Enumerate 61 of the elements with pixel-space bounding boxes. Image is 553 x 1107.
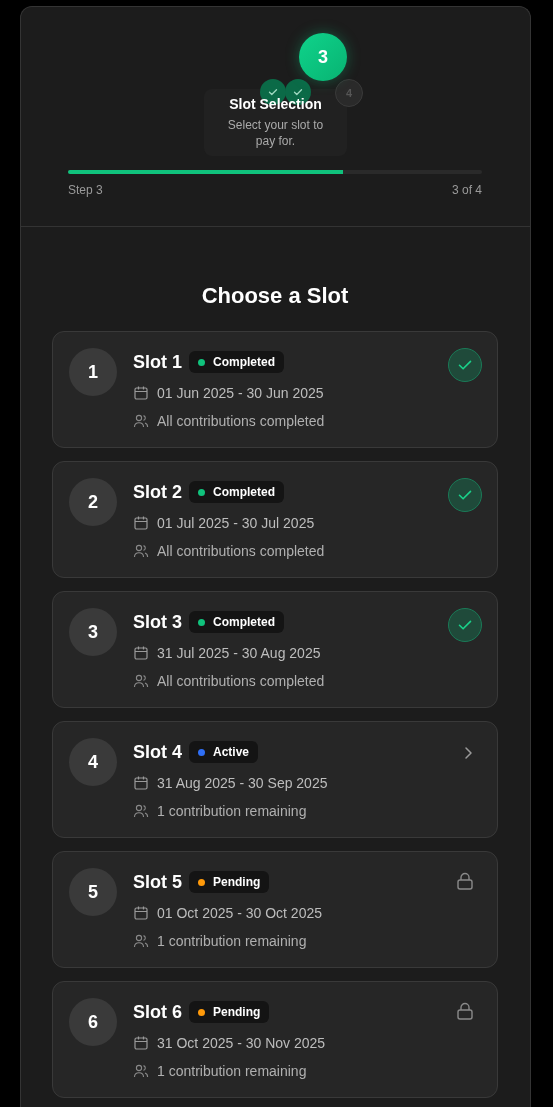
slot-number: 3 [69,608,117,656]
status-label: Active [213,745,250,759]
calendar-icon [133,905,149,921]
calendar-icon [133,515,149,531]
calendar-icon [133,645,149,661]
slot-number: 4 [69,738,117,786]
slot-title: Slot 5 [133,871,182,893]
check-icon [448,478,482,512]
check-icon [448,608,482,642]
step-label: Step 3 [68,183,103,197]
check-icon [448,348,482,382]
calendar-icon [133,1035,149,1051]
contributions-text: 1 contribution remaining [157,803,307,819]
slot-card[interactable]: 4 Slot 4 Active 31 Aug 2025 - 30 Sep 2025 1 contribution remaining [52,721,498,838]
slot-number: 6 [69,998,117,1046]
check-icon [292,86,304,98]
lock-icon [456,1002,474,1020]
calendar-icon [133,385,149,401]
slot-card[interactable]: 6 Slot 6 Pending 31 Oct 2025 - 30 Nov 2025 1 contribution remaining [52,981,498,1098]
slot-card[interactable]: 5 Slot 5 Pending 01 Oct 2025 - 30 Oct 2025 1 contribution remaining [52,851,498,968]
users-icon [133,673,149,689]
slot-card[interactable]: 3 Slot 3 Completed 31 Jul 2025 - 30 Aug 2025 All contributions completed [52,591,498,708]
date-range: 31 Oct 2025 - 30 Nov 2025 [157,1035,326,1051]
status-label: Completed [213,615,276,629]
status-label: Completed [213,485,276,499]
slot-card[interactable]: 2 Slot 2 Completed 01 Jul 2025 - 30 Jul 2025 All contributions completed [52,461,498,578]
date-range: 01 Jul 2025 - 30 Jul 2025 [157,515,315,531]
users-icon [133,413,149,429]
status-label: Completed [213,355,276,369]
users-icon [133,543,149,559]
users-icon [133,1063,149,1079]
contributions-text: All contributions completed [157,413,325,429]
page-heading: Choose a Slot [200,283,350,309]
slot-title: Slot 2 [133,481,182,503]
contributions-text: All contributions completed [157,543,325,559]
date-range: 01 Jun 2025 - 30 Jun 2025 [157,385,324,401]
check-icon [267,86,279,98]
status-label: Pending [213,1005,261,1019]
slot-number: 5 [69,868,117,916]
step-title: Slot Selection [228,96,323,112]
contributions-text: 1 contribution remaining [157,933,307,949]
slot-title: Slot 4 [133,741,182,763]
status-label: Pending [213,875,261,889]
contributions-text: All contributions completed [157,673,325,689]
users-icon [133,803,149,819]
step-count: 3 of 4 [451,183,482,197]
slot-number: 1 [69,348,117,396]
chevron-right-icon [463,746,473,760]
contributions-text: 1 contribution remaining [157,1063,307,1079]
date-range: 31 Jul 2025 - 30 Aug 2025 [157,645,321,661]
step-description: Select your slot to pay for. [226,117,325,149]
users-icon [133,933,149,949]
slot-card[interactable]: 1 Slot 1 Completed 01 Jun 2025 - 30 Jun 2025 All contributions completed [52,331,498,448]
lock-icon [456,872,474,890]
slot-title: Slot 6 [133,1001,182,1023]
slot-title: Slot 1 [133,351,182,373]
calendar-icon [133,775,149,791]
date-range: 31 Aug 2025 - 30 Sep 2025 [157,775,328,791]
date-range: 01 Oct 2025 - 30 Oct 2025 [157,905,322,921]
slot-number: 2 [69,478,117,526]
slot-title: Slot 3 [133,611,182,633]
